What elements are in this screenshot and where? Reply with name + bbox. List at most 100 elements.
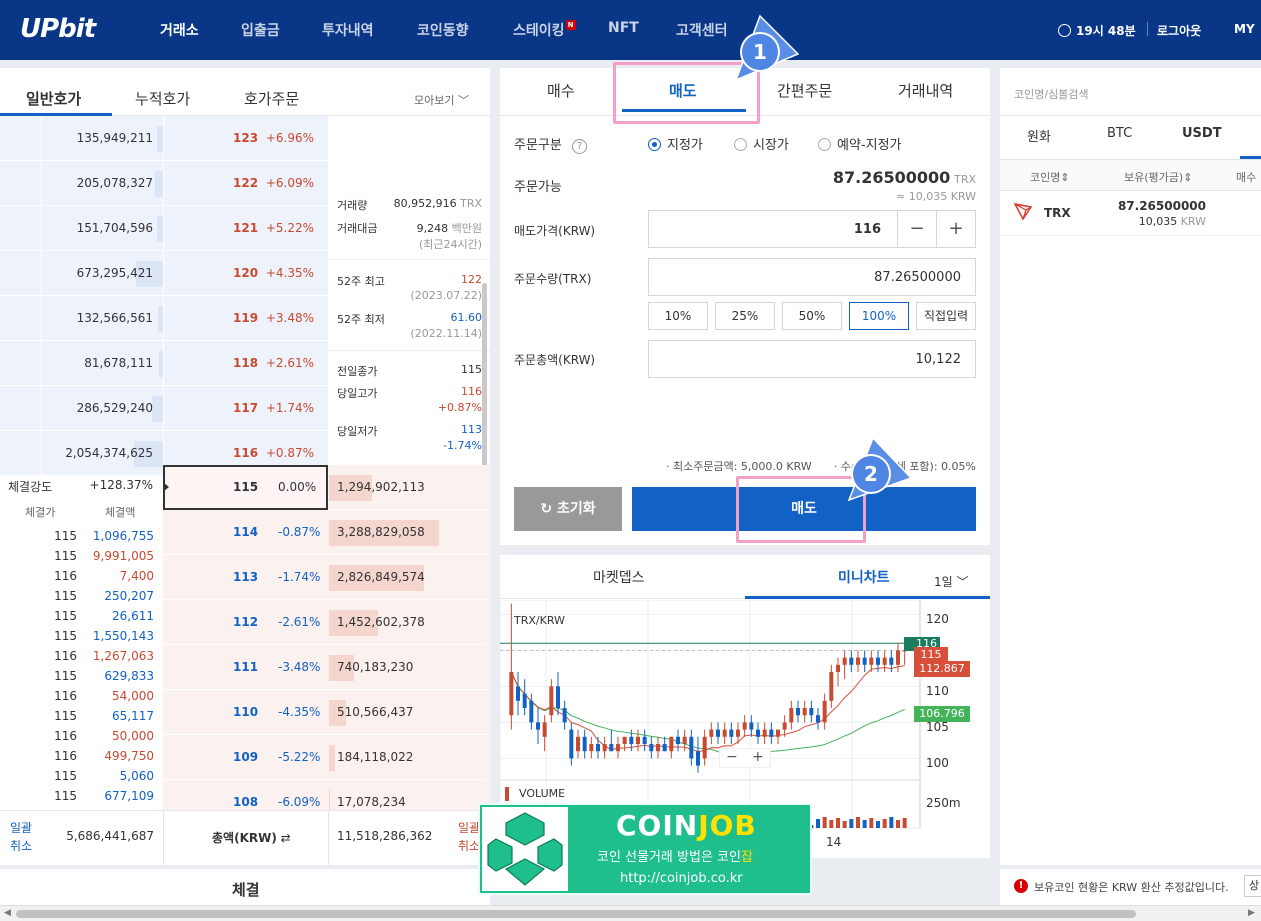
bid-row[interactable]: 111 -3.48% 740,183,230 xyxy=(163,645,490,690)
coin-row[interactable]: TRX 87.26500000 10,035 KRW xyxy=(1000,192,1261,236)
zoom-out-button[interactable]: − xyxy=(726,749,738,765)
divider xyxy=(328,350,490,351)
bid-row[interactable]: 112 -2.61% 1,452,602,378 xyxy=(163,600,490,645)
total-input[interactable]: 10,122 xyxy=(916,352,962,367)
swap-icon[interactable]: ⇄ xyxy=(281,831,291,845)
trade-amount: 50,000 xyxy=(112,729,154,743)
low52-label: 52주 최저 xyxy=(337,313,385,326)
tab-cumulative[interactable]: 누적호가 xyxy=(135,88,190,109)
upbit-logo[interactable]: UPbit xyxy=(20,14,96,44)
pct-25-button[interactable]: 25% xyxy=(715,302,775,330)
search-bar[interactable]: 코인명/심볼검색 xyxy=(1000,68,1261,116)
bulk-cancel-ask[interactable]: 일괄 취소 xyxy=(10,819,32,855)
help-icon[interactable]: ? xyxy=(571,139,587,154)
trade-price: 115 xyxy=(54,769,77,783)
ask-qty: 81,678,111 xyxy=(84,356,153,370)
tab-krw[interactable]: 원화 xyxy=(1027,126,1051,145)
volume-legend-mark xyxy=(505,787,509,801)
bid-row[interactable]: 114 -0.87% 3,288,829,058 xyxy=(163,510,490,555)
trade-amount: 250,207 xyxy=(104,589,154,603)
trade-price: 115 xyxy=(54,549,77,563)
nav-coin-trends[interactable]: 코인동향 xyxy=(417,20,469,40)
my-link[interactable]: MY xyxy=(1234,22,1255,36)
qty-field[interactable]: 87.26500000 xyxy=(648,258,976,296)
scroll-thumb[interactable] xyxy=(16,910,1136,918)
bid-change: -6.09% xyxy=(278,795,321,809)
bid-row[interactable]: 113 -1.74% 2,826,849,574 xyxy=(163,555,490,600)
manual-input-button[interactable]: 직접입력 xyxy=(916,302,976,330)
bid-row[interactable]: 110 -4.35% 510,566,437 xyxy=(163,690,490,735)
ask-row[interactable]: 135,949,211 123 +6.96% xyxy=(0,116,490,161)
ask-qty: 151,704,596 xyxy=(76,221,153,235)
search-input[interactable]: 코인명/심볼검색 xyxy=(1014,86,1089,102)
ask-row[interactable]: 286,529,240 117 +1.74% xyxy=(0,386,490,431)
nav-staking[interactable]: 스테이킹 N xyxy=(513,20,576,40)
bid-row[interactable]: 109 -5.22% 184,118,022 xyxy=(163,735,490,780)
scroll-left-icon[interactable]: ◀ xyxy=(4,908,11,918)
ask-row[interactable]: 81,678,111 118 +2.61% xyxy=(0,341,490,386)
bid-price: 109 xyxy=(233,750,259,764)
pct-100-button[interactable]: 100% xyxy=(849,302,909,330)
avail-number: 87.26500000 xyxy=(832,168,951,187)
ask-empty-cell xyxy=(0,386,41,431)
radio-limit[interactable]: 지정가 xyxy=(648,134,703,153)
trade-row: 115 250,207 xyxy=(0,589,163,609)
ask-price: 119 xyxy=(233,311,259,325)
tab-order[interactable]: 호가주문 xyxy=(244,88,299,109)
nav-exchange[interactable]: 거래소 xyxy=(160,20,199,40)
tab-buy[interactable]: 매수 xyxy=(547,80,575,101)
candle-body xyxy=(576,736,580,752)
refresh-icon: ↻ xyxy=(540,501,553,517)
view-select[interactable]: 모아보기 ﹀ xyxy=(414,92,469,108)
candle-body xyxy=(762,729,767,737)
pct-50-button[interactable]: 50% xyxy=(782,302,842,330)
radio-market[interactable]: 시장가 xyxy=(734,134,789,153)
horizontal-scrollbar[interactable]: ◀ ▶ xyxy=(0,905,1261,921)
tab-trade-history[interactable]: 거래내역 xyxy=(898,80,953,101)
price-plus-button[interactable]: + xyxy=(937,211,975,247)
logout-link[interactable]: 로그아웃 xyxy=(1157,22,1201,39)
nav-support[interactable]: 고객센터 xyxy=(676,20,728,40)
ask-empty-cell xyxy=(0,161,41,206)
header-coin-name[interactable]: 코인명⇕ xyxy=(1030,169,1070,185)
bulk-cancel-bid[interactable]: 일괄 취소 xyxy=(458,819,480,855)
volume-bar xyxy=(822,817,827,828)
price-input[interactable]: 116 xyxy=(854,222,881,237)
volume-bar xyxy=(869,818,874,828)
radio-reserve-label: 예약-지정가 xyxy=(837,138,902,153)
tab-market-depth[interactable]: 마켓뎁스 xyxy=(593,567,645,587)
total-field[interactable]: 10,122 xyxy=(648,340,976,378)
candle-body xyxy=(716,729,720,737)
nav-deposit[interactable]: 입출금 xyxy=(241,20,280,40)
ask-empty-cell xyxy=(0,251,41,296)
zoom-in-button[interactable]: + xyxy=(752,749,764,765)
tab-btc[interactable]: BTC xyxy=(1107,126,1132,141)
tab-usdt[interactable]: USDT xyxy=(1182,126,1222,141)
day-high-label: 당일고가 xyxy=(337,387,378,400)
trade-row: 115 1,550,143 xyxy=(0,629,163,649)
period-select[interactable]: 1일 ﹀ xyxy=(934,573,969,590)
nav-nft[interactable]: NFT xyxy=(608,20,639,36)
candle-body xyxy=(642,736,647,744)
tab-mini-chart[interactable]: 미니차트 xyxy=(838,567,890,587)
trade-row: 116 54,000 xyxy=(0,689,163,709)
bid-row[interactable]: 115 0.00% 1,294,902,113 xyxy=(163,465,490,510)
y-tick: 100 xyxy=(926,756,949,770)
radio-off-icon xyxy=(734,138,747,151)
radio-reserve[interactable]: 예약-지정가 xyxy=(818,134,902,153)
scroll-right-icon[interactable]: ▶ xyxy=(1248,908,1255,918)
trade-price: 116 xyxy=(54,569,77,583)
candle-body xyxy=(849,657,854,665)
nav-investments[interactable]: 투자내역 xyxy=(322,20,374,40)
header-holding[interactable]: 보유(평가금)⇕ xyxy=(1124,169,1192,185)
tab-normal[interactable]: 일반호가 xyxy=(26,88,81,109)
pct-10-button[interactable]: 10% xyxy=(648,302,708,330)
header-buy[interactable]: 매수 xyxy=(1236,169,1256,185)
reset-button[interactable]: ↻ 초기화 xyxy=(514,487,622,531)
notice-button[interactable]: 상 xyxy=(1244,875,1261,897)
price-minus-button[interactable]: − xyxy=(898,211,936,247)
qty-input[interactable]: 87.26500000 xyxy=(874,270,961,285)
candle-body xyxy=(802,708,807,716)
sort-icon: ⇕ xyxy=(1060,171,1070,184)
trade-history-header: 체결 xyxy=(0,869,490,905)
